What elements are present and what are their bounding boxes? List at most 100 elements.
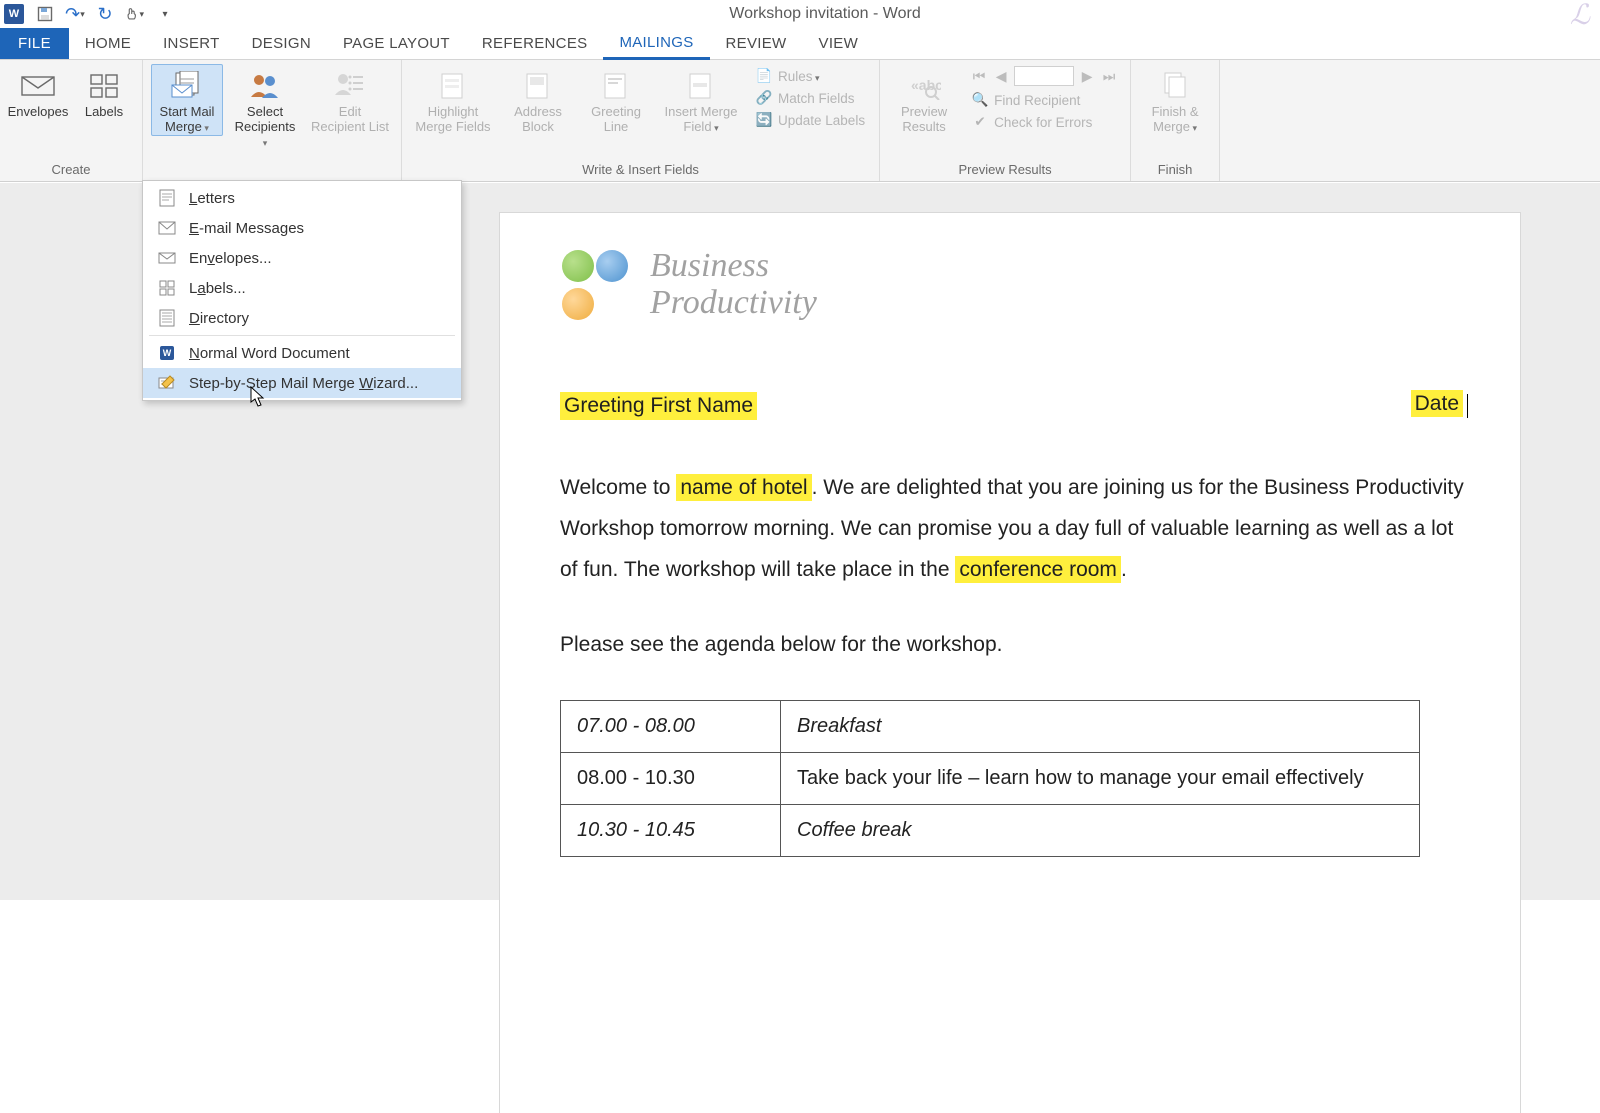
labels-dd-icon <box>157 279 177 297</box>
match-icon: 🔗 <box>756 90 772 106</box>
table-row: 07.00 - 08.00 Breakfast <box>561 700 1420 752</box>
tab-page-layout[interactable]: PAGE LAYOUT <box>327 28 466 59</box>
start-mail-merge-button[interactable]: Start Mail Merge <box>151 64 223 136</box>
envelope-icon <box>20 69 56 103</box>
word-doc-icon: W <box>157 344 177 362</box>
check-icon: ✔ <box>972 114 988 130</box>
address-block-button[interactable]: Address Block <box>502 64 574 136</box>
tab-insert[interactable]: INSERT <box>147 28 236 59</box>
tab-review[interactable]: REVIEW <box>710 28 803 59</box>
letters-icon <box>157 189 177 207</box>
tab-references[interactable]: REFERENCES <box>466 28 604 59</box>
word-app-icon[interactable]: W <box>4 4 24 24</box>
email-icon <box>157 219 177 237</box>
select-recipients-button[interactable]: Select Recipients <box>229 64 301 151</box>
check-errors-button[interactable]: ✔Check for Errors <box>966 112 1122 132</box>
insert-field-icon <box>683 69 719 103</box>
dropdown-label: Letters <box>189 190 235 207</box>
group-preview: «abc» Preview Results ⏮ ◀ ▶ ⏭ 🔍Find Reci… <box>880 60 1131 181</box>
dropdown-item-wizard[interactable]: Step-by-Step Mail Merge Wizard... <box>143 368 461 398</box>
table-row: 08.00 - 10.30 Take back your life – lear… <box>561 752 1420 804</box>
text-cursor <box>1467 394 1468 418</box>
dropdown-label: E-mail Messages <box>189 220 304 237</box>
address-block-icon <box>520 69 556 103</box>
tab-mailings[interactable]: MAILINGS <box>603 28 709 60</box>
group-label-write: Write & Insert Fields <box>410 159 871 181</box>
ribbon-tabs: FILE HOME INSERT DESIGN PAGE LAYOUT REFE… <box>0 28 1600 60</box>
directory-icon <box>157 309 177 327</box>
dropdown-item-envelopes[interactable]: Envelopes... <box>143 243 461 273</box>
find-recipient-button[interactable]: 🔍Find Recipient <box>966 90 1122 110</box>
insert-merge-field-button[interactable]: Insert Merge Field <box>658 64 744 136</box>
title-bar: W ↶▾ ↻ ▾ ▾ Workshop invitation - Word ℒ <box>0 0 1600 28</box>
first-record-icon[interactable]: ⏮ <box>970 67 988 85</box>
recipients-icon <box>247 69 283 103</box>
tab-view[interactable]: VIEW <box>803 28 875 59</box>
agenda-table[interactable]: 07.00 - 08.00 Breakfast 08.00 - 10.30 Ta… <box>560 700 1420 857</box>
tab-home[interactable]: HOME <box>69 28 147 59</box>
document-page[interactable]: Business Productivity Greeting First Nam… <box>500 213 1520 1113</box>
group-label-start <box>151 159 393 181</box>
dropdown-item-labels[interactable]: Labels... <box>143 273 461 303</box>
logo-graphic <box>560 248 632 320</box>
labels-button[interactable]: Labels <box>74 64 134 121</box>
undo-icon[interactable]: ↶▾ <box>66 5 84 23</box>
qat-customize-icon[interactable]: ▾ <box>156 5 174 23</box>
tab-design[interactable]: DESIGN <box>236 28 327 59</box>
tab-file[interactable]: FILE <box>0 28 69 59</box>
dropdown-label: Directory <box>189 310 249 327</box>
greeting-line-button[interactable]: Greeting Line <box>580 64 652 136</box>
highlight-merge-fields-button[interactable]: Highlight Merge Fields <box>410 64 496 136</box>
agenda-time: 07.00 - 08.00 <box>561 700 781 752</box>
greeting-icon <box>598 69 634 103</box>
group-label-preview: Preview Results <box>888 159 1122 181</box>
ribbon: Envelopes Labels Create Start Mail Merge <box>0 60 1600 182</box>
touch-mode-icon[interactable]: ▾ <box>126 5 144 23</box>
table-row: 10.30 - 10.45 Coffee break <box>561 804 1420 856</box>
merge-field-greeting[interactable]: Greeting First Name <box>560 392 757 420</box>
body-paragraph-2[interactable]: Please see the agenda below for the work… <box>560 625 1468 666</box>
dropdown-label: Envelopes... <box>189 250 272 267</box>
quick-access-toolbar: W ↶▾ ↻ ▾ ▾ <box>4 4 174 24</box>
record-number-input[interactable] <box>1014 66 1074 86</box>
dropdown-item-normal-doc[interactable]: W Normal Word Document <box>143 338 461 368</box>
window-title: Workshop invitation - Word <box>174 5 1476 23</box>
group-write-insert: Highlight Merge Fields Address Block Gre… <box>402 60 880 181</box>
agenda-time: 08.00 - 10.30 <box>561 752 781 804</box>
finish-merge-button[interactable]: Finish & Merge <box>1139 64 1211 136</box>
dropdown-item-letters[interactable]: Letters <box>143 183 461 213</box>
merge-field-room[interactable]: conference room <box>955 556 1121 583</box>
dropdown-item-directory[interactable]: Directory <box>143 303 461 333</box>
finish-icon <box>1157 69 1193 103</box>
edit-recipient-list-button[interactable]: Edit Recipient List <box>307 64 393 136</box>
logo: Business Productivity <box>560 247 1468 322</box>
record-navigation: ⏮ ◀ ▶ ⏭ <box>966 64 1122 88</box>
decorative-swirl-icon: ℒ <box>1570 0 1590 31</box>
match-fields-button[interactable]: 🔗Match Fields <box>750 88 871 108</box>
group-label-finish: Finish <box>1139 159 1211 181</box>
dropdown-item-email[interactable]: E-mail Messages <box>143 213 461 243</box>
group-start-mail-merge: Start Mail Merge Select Recipients Edit … <box>143 60 402 181</box>
preview-results-button[interactable]: «abc» Preview Results <box>888 64 960 136</box>
merge-field-date[interactable]: Date <box>1411 390 1463 417</box>
agenda-time: 10.30 - 10.45 <box>561 804 781 856</box>
agenda-item: Breakfast <box>781 700 1420 752</box>
start-mail-merge-dropdown: Letters E-mail Messages Envelopes... Lab… <box>142 180 462 401</box>
envelopes-button[interactable]: Envelopes <box>8 64 68 121</box>
envelopes-dd-icon <box>157 249 177 267</box>
body-paragraph-1[interactable]: Welcome to name of hotel. We are delight… <box>560 468 1468 591</box>
wizard-icon <box>157 374 177 392</box>
highlight-icon <box>435 69 471 103</box>
next-record-icon[interactable]: ▶ <box>1078 67 1096 85</box>
rules-button[interactable]: 📄Rules <box>750 66 871 86</box>
group-label-create: Create <box>8 159 134 181</box>
redo-icon[interactable]: ↻ <box>96 5 114 23</box>
group-create: Envelopes Labels Create <box>0 60 143 181</box>
agenda-item: Coffee break <box>781 804 1420 856</box>
edit-list-icon <box>332 69 368 103</box>
save-icon[interactable] <box>36 5 54 23</box>
prev-record-icon[interactable]: ◀ <box>992 67 1010 85</box>
update-labels-button[interactable]: 🔄Update Labels <box>750 110 871 130</box>
last-record-icon[interactable]: ⏭ <box>1100 67 1118 85</box>
merge-field-hotel[interactable]: name of hotel <box>676 474 811 501</box>
